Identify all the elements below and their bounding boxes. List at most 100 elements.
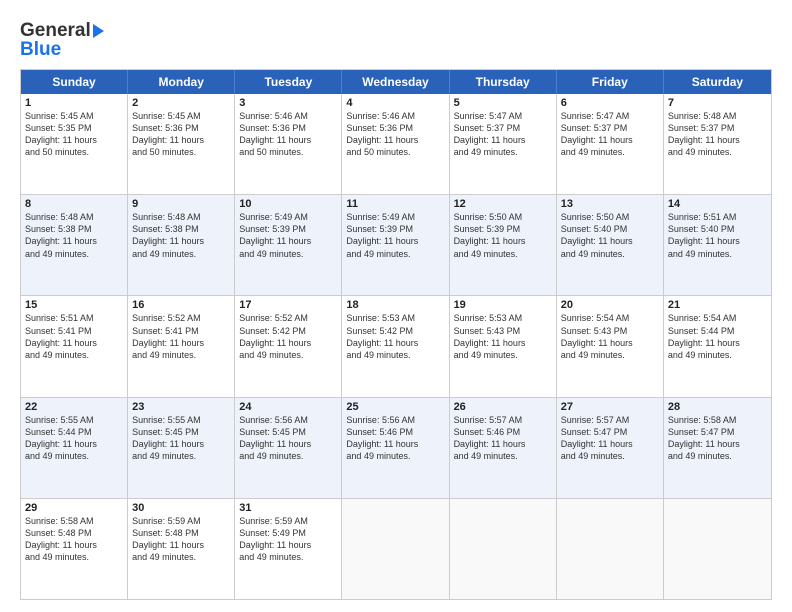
cell-info: Sunrise: 5:51 AM Sunset: 5:41 PM Dayligh… bbox=[25, 312, 123, 361]
calendar-row-4: 22Sunrise: 5:55 AM Sunset: 5:44 PM Dayli… bbox=[21, 398, 771, 499]
calendar-cell: 26Sunrise: 5:57 AM Sunset: 5:46 PM Dayli… bbox=[450, 398, 557, 498]
calendar-cell bbox=[557, 499, 664, 599]
cell-info: Sunrise: 5:45 AM Sunset: 5:36 PM Dayligh… bbox=[132, 110, 230, 159]
cell-info: Sunrise: 5:57 AM Sunset: 5:46 PM Dayligh… bbox=[454, 414, 552, 463]
calendar-cell: 17Sunrise: 5:52 AM Sunset: 5:42 PM Dayli… bbox=[235, 296, 342, 396]
cell-info: Sunrise: 5:48 AM Sunset: 5:38 PM Dayligh… bbox=[132, 211, 230, 260]
day-number: 7 bbox=[668, 97, 767, 109]
header-day-sunday: Sunday bbox=[21, 70, 128, 94]
header-day-friday: Friday bbox=[557, 70, 664, 94]
day-number: 17 bbox=[239, 299, 337, 311]
header-day-monday: Monday bbox=[128, 70, 235, 94]
cell-info: Sunrise: 5:58 AM Sunset: 5:48 PM Dayligh… bbox=[25, 515, 123, 564]
calendar-cell: 3Sunrise: 5:46 AM Sunset: 5:36 PM Daylig… bbox=[235, 94, 342, 194]
day-number: 21 bbox=[668, 299, 767, 311]
calendar-cell: 15Sunrise: 5:51 AM Sunset: 5:41 PM Dayli… bbox=[21, 296, 128, 396]
cell-info: Sunrise: 5:55 AM Sunset: 5:44 PM Dayligh… bbox=[25, 414, 123, 463]
logo-blue: Blue bbox=[20, 39, 61, 61]
calendar-cell bbox=[664, 499, 771, 599]
calendar-cell: 31Sunrise: 5:59 AM Sunset: 5:49 PM Dayli… bbox=[235, 499, 342, 599]
cell-info: Sunrise: 5:54 AM Sunset: 5:43 PM Dayligh… bbox=[561, 312, 659, 361]
calendar-cell: 6Sunrise: 5:47 AM Sunset: 5:37 PM Daylig… bbox=[557, 94, 664, 194]
calendar-cell: 13Sunrise: 5:50 AM Sunset: 5:40 PM Dayli… bbox=[557, 195, 664, 295]
cell-info: Sunrise: 5:58 AM Sunset: 5:47 PM Dayligh… bbox=[668, 414, 767, 463]
day-number: 27 bbox=[561, 401, 659, 413]
logo: General Blue bbox=[20, 20, 104, 61]
cell-info: Sunrise: 5:53 AM Sunset: 5:43 PM Dayligh… bbox=[454, 312, 552, 361]
cell-info: Sunrise: 5:46 AM Sunset: 5:36 PM Dayligh… bbox=[346, 110, 444, 159]
calendar-cell: 19Sunrise: 5:53 AM Sunset: 5:43 PM Dayli… bbox=[450, 296, 557, 396]
day-number: 31 bbox=[239, 502, 337, 514]
calendar-cell: 25Sunrise: 5:56 AM Sunset: 5:46 PM Dayli… bbox=[342, 398, 449, 498]
day-number: 3 bbox=[239, 97, 337, 109]
day-number: 18 bbox=[346, 299, 444, 311]
cell-info: Sunrise: 5:57 AM Sunset: 5:47 PM Dayligh… bbox=[561, 414, 659, 463]
calendar: SundayMondayTuesdayWednesdayThursdayFrid… bbox=[20, 69, 772, 600]
calendar-cell: 24Sunrise: 5:56 AM Sunset: 5:45 PM Dayli… bbox=[235, 398, 342, 498]
day-number: 20 bbox=[561, 299, 659, 311]
calendar-row-3: 15Sunrise: 5:51 AM Sunset: 5:41 PM Dayli… bbox=[21, 296, 771, 397]
day-number: 22 bbox=[25, 401, 123, 413]
calendar-cell: 1Sunrise: 5:45 AM Sunset: 5:35 PM Daylig… bbox=[21, 94, 128, 194]
day-number: 30 bbox=[132, 502, 230, 514]
calendar-cell bbox=[450, 499, 557, 599]
cell-info: Sunrise: 5:59 AM Sunset: 5:49 PM Dayligh… bbox=[239, 515, 337, 564]
calendar-cell: 2Sunrise: 5:45 AM Sunset: 5:36 PM Daylig… bbox=[128, 94, 235, 194]
calendar-cell: 11Sunrise: 5:49 AM Sunset: 5:39 PM Dayli… bbox=[342, 195, 449, 295]
cell-info: Sunrise: 5:48 AM Sunset: 5:37 PM Dayligh… bbox=[668, 110, 767, 159]
cell-info: Sunrise: 5:59 AM Sunset: 5:48 PM Dayligh… bbox=[132, 515, 230, 564]
day-number: 6 bbox=[561, 97, 659, 109]
day-number: 9 bbox=[132, 198, 230, 210]
day-number: 13 bbox=[561, 198, 659, 210]
cell-info: Sunrise: 5:52 AM Sunset: 5:42 PM Dayligh… bbox=[239, 312, 337, 361]
cell-info: Sunrise: 5:46 AM Sunset: 5:36 PM Dayligh… bbox=[239, 110, 337, 159]
cell-info: Sunrise: 5:50 AM Sunset: 5:40 PM Dayligh… bbox=[561, 211, 659, 260]
day-number: 14 bbox=[668, 198, 767, 210]
calendar-cell: 18Sunrise: 5:53 AM Sunset: 5:42 PM Dayli… bbox=[342, 296, 449, 396]
calendar-body: 1Sunrise: 5:45 AM Sunset: 5:35 PM Daylig… bbox=[21, 94, 771, 599]
cell-info: Sunrise: 5:47 AM Sunset: 5:37 PM Dayligh… bbox=[561, 110, 659, 159]
cell-info: Sunrise: 5:45 AM Sunset: 5:35 PM Dayligh… bbox=[25, 110, 123, 159]
calendar-cell: 16Sunrise: 5:52 AM Sunset: 5:41 PM Dayli… bbox=[128, 296, 235, 396]
calendar-cell: 21Sunrise: 5:54 AM Sunset: 5:44 PM Dayli… bbox=[664, 296, 771, 396]
calendar-cell: 8Sunrise: 5:48 AM Sunset: 5:38 PM Daylig… bbox=[21, 195, 128, 295]
calendar-cell: 30Sunrise: 5:59 AM Sunset: 5:48 PM Dayli… bbox=[128, 499, 235, 599]
header: General Blue bbox=[20, 16, 772, 61]
logo-arrow-icon bbox=[93, 24, 104, 38]
calendar-cell: 23Sunrise: 5:55 AM Sunset: 5:45 PM Dayli… bbox=[128, 398, 235, 498]
calendar-row-1: 1Sunrise: 5:45 AM Sunset: 5:35 PM Daylig… bbox=[21, 94, 771, 195]
day-number: 15 bbox=[25, 299, 123, 311]
cell-info: Sunrise: 5:52 AM Sunset: 5:41 PM Dayligh… bbox=[132, 312, 230, 361]
calendar-row-5: 29Sunrise: 5:58 AM Sunset: 5:48 PM Dayli… bbox=[21, 499, 771, 599]
cell-info: Sunrise: 5:51 AM Sunset: 5:40 PM Dayligh… bbox=[668, 211, 767, 260]
calendar-cell: 27Sunrise: 5:57 AM Sunset: 5:47 PM Dayli… bbox=[557, 398, 664, 498]
calendar-cell: 9Sunrise: 5:48 AM Sunset: 5:38 PM Daylig… bbox=[128, 195, 235, 295]
calendar-cell: 12Sunrise: 5:50 AM Sunset: 5:39 PM Dayli… bbox=[450, 195, 557, 295]
cell-info: Sunrise: 5:50 AM Sunset: 5:39 PM Dayligh… bbox=[454, 211, 552, 260]
day-number: 11 bbox=[346, 198, 444, 210]
calendar-row-2: 8Sunrise: 5:48 AM Sunset: 5:38 PM Daylig… bbox=[21, 195, 771, 296]
day-number: 24 bbox=[239, 401, 337, 413]
day-number: 4 bbox=[346, 97, 444, 109]
cell-info: Sunrise: 5:54 AM Sunset: 5:44 PM Dayligh… bbox=[668, 312, 767, 361]
calendar-cell: 29Sunrise: 5:58 AM Sunset: 5:48 PM Dayli… bbox=[21, 499, 128, 599]
day-number: 2 bbox=[132, 97, 230, 109]
day-number: 12 bbox=[454, 198, 552, 210]
cell-info: Sunrise: 5:48 AM Sunset: 5:38 PM Dayligh… bbox=[25, 211, 123, 260]
day-number: 8 bbox=[25, 198, 123, 210]
header-day-wednesday: Wednesday bbox=[342, 70, 449, 94]
cell-info: Sunrise: 5:56 AM Sunset: 5:46 PM Dayligh… bbox=[346, 414, 444, 463]
cell-info: Sunrise: 5:47 AM Sunset: 5:37 PM Dayligh… bbox=[454, 110, 552, 159]
cell-info: Sunrise: 5:55 AM Sunset: 5:45 PM Dayligh… bbox=[132, 414, 230, 463]
header-day-saturday: Saturday bbox=[664, 70, 771, 94]
cell-info: Sunrise: 5:49 AM Sunset: 5:39 PM Dayligh… bbox=[239, 211, 337, 260]
page: General Blue SundayMondayTuesdayWednesda… bbox=[0, 0, 792, 612]
calendar-cell: 7Sunrise: 5:48 AM Sunset: 5:37 PM Daylig… bbox=[664, 94, 771, 194]
calendar-cell: 4Sunrise: 5:46 AM Sunset: 5:36 PM Daylig… bbox=[342, 94, 449, 194]
day-number: 26 bbox=[454, 401, 552, 413]
calendar-cell: 20Sunrise: 5:54 AM Sunset: 5:43 PM Dayli… bbox=[557, 296, 664, 396]
cell-info: Sunrise: 5:56 AM Sunset: 5:45 PM Dayligh… bbox=[239, 414, 337, 463]
calendar-cell bbox=[342, 499, 449, 599]
day-number: 23 bbox=[132, 401, 230, 413]
calendar-cell: 14Sunrise: 5:51 AM Sunset: 5:40 PM Dayli… bbox=[664, 195, 771, 295]
